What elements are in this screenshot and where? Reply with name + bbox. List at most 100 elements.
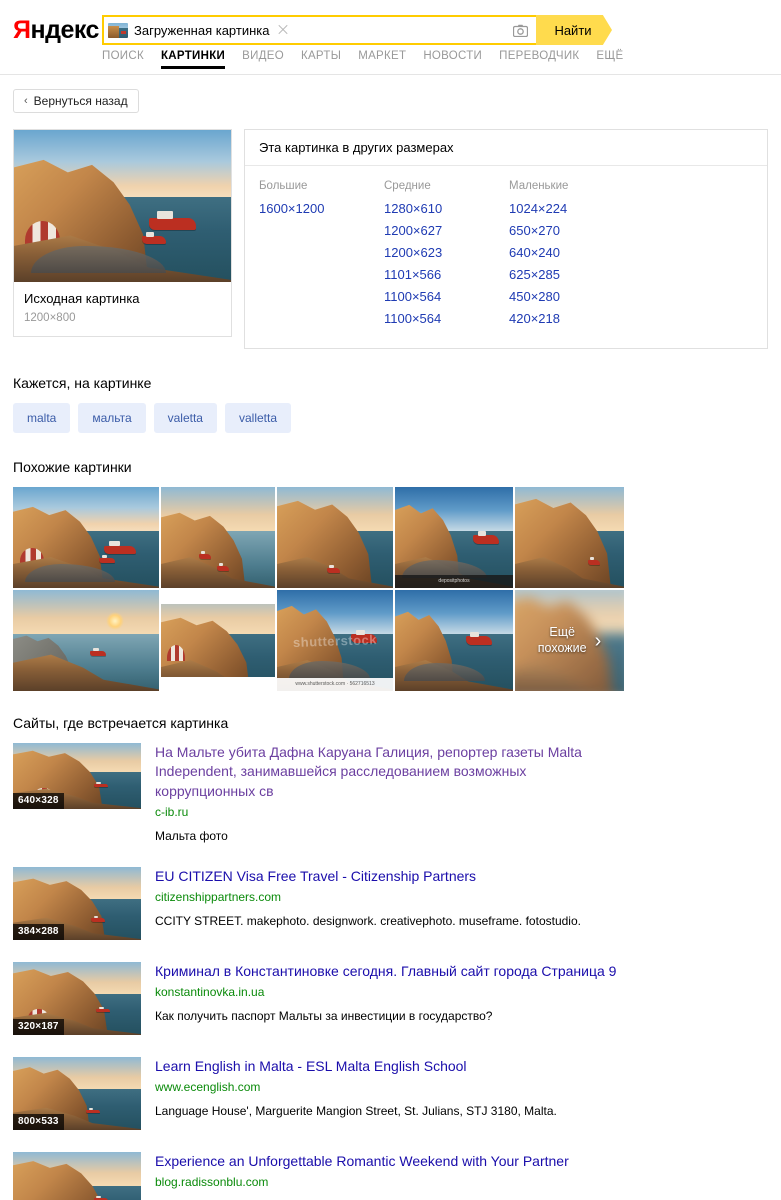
- nav-item-novosti[interactable]: Новости: [423, 50, 482, 69]
- search-submit-button[interactable]: Найти: [536, 15, 612, 45]
- close-icon[interactable]: [275, 22, 291, 38]
- camera-icon[interactable]: [506, 17, 534, 43]
- result-url: blog.radissonblu.com: [155, 1175, 269, 1190]
- result-title-link[interactable]: EU CITIZEN Visa Free Travel - Citizenshi…: [155, 867, 625, 886]
- result-snippet: Мальта фото: [155, 828, 228, 843]
- search-bar: Загруженная картинка Найти: [102, 15, 612, 45]
- similar-image-tile[interactable]: [515, 487, 624, 588]
- search-field[interactable]: Загруженная картинка: [102, 15, 536, 45]
- uploaded-image-label: Загруженная картинка: [134, 22, 270, 38]
- page-content: ‹ Вернуться назад Исходная картинка 1200…: [0, 75, 781, 1200]
- source-image[interactable]: [14, 130, 231, 282]
- nav-item-eshe[interactable]: Ещё: [596, 50, 623, 69]
- tag-item[interactable]: мальта: [78, 403, 146, 433]
- result-snippet: Как получить паспорт Мальты за инвестици…: [155, 1009, 493, 1024]
- size-link[interactable]: 1100×564: [384, 286, 509, 308]
- size-link[interactable]: 420×218: [509, 308, 634, 330]
- similar-image-tile[interactable]: [161, 487, 275, 588]
- nav-item-market[interactable]: Маркет: [358, 50, 406, 69]
- size-link[interactable]: 1280×610: [384, 198, 509, 220]
- result-body: Криминал в Константиновке сегодня. Главн…: [155, 962, 768, 1026]
- watermark-text: www.shutterstock.com · 562716513: [295, 681, 375, 688]
- sites-heading: Сайты, где встречается картинка: [13, 715, 229, 731]
- sizes-column-label-large: Большие: [259, 180, 308, 192]
- result-url: konstantinovka.in.ua: [155, 985, 265, 1000]
- nav-item-video[interactable]: Видео: [242, 50, 284, 69]
- site-result-row: 384×288 EU CITIZEN Visa Free Travel - Ci…: [13, 867, 768, 941]
- result-body: EU CITIZEN Visa Free Travel - Citizenshi…: [155, 867, 768, 931]
- similar-image-tile[interactable]: shutterstock www.shutterstock.com · 5627…: [277, 590, 393, 691]
- sizes-column-large: Большие 1600×1200: [259, 180, 384, 330]
- result-thumbnail[interactable]: 640×328: [13, 743, 141, 809]
- tag-item[interactable]: malta: [13, 403, 71, 433]
- similar-image-tile[interactable]: [13, 590, 159, 691]
- result-thumbnail-badge: 640×328: [13, 793, 64, 809]
- size-link[interactable]: 650×270: [509, 220, 634, 242]
- similar-images-grid: depositphotos shutterstock www.shutterst…: [13, 487, 768, 691]
- more-similar-tile[interactable]: Ещё похожие ›: [515, 590, 624, 691]
- size-link[interactable]: 625×285: [509, 264, 634, 286]
- similar-image-tile[interactable]: depositphotos: [395, 487, 513, 588]
- size-link[interactable]: 1600×1200: [259, 198, 384, 220]
- similar-images-heading: Похожие картинки: [13, 459, 132, 475]
- watermark-text: depositphotos: [438, 578, 470, 585]
- service-nav: Поиск Картинки Видео Карты Маркет Новост…: [102, 50, 623, 69]
- result-body: На Мальте убита Дафна Каруана Галиция, р…: [155, 743, 768, 845]
- result-url: citizenshippartners.com: [155, 890, 282, 905]
- uploaded-image-chip: Загруженная картинка: [104, 17, 293, 43]
- more-similar-line1: Ещё: [549, 624, 575, 639]
- other-sizes-heading: Эта картинка в других размерах: [245, 130, 767, 166]
- search-input[interactable]: [293, 18, 506, 42]
- similar-images-row: depositphotos: [13, 487, 768, 588]
- result-thumbnail[interactable]: 1000×667: [13, 1152, 141, 1200]
- other-sizes-card: Эта картинка в других размерах Большие 1…: [244, 129, 768, 349]
- size-link[interactable]: 450×280: [509, 286, 634, 308]
- result-title-link[interactable]: На Мальте убита Дафна Каруана Галиция, р…: [155, 743, 625, 801]
- result-thumbnail-badge: 800×533: [13, 1114, 64, 1131]
- chevron-right-icon: ›: [594, 629, 602, 652]
- uploaded-image-thumbnail-icon: [108, 22, 128, 38]
- logo-rest: ндекс: [30, 16, 99, 44]
- size-link[interactable]: 1200×627: [384, 220, 509, 242]
- result-thumbnail[interactable]: 320×187: [13, 962, 141, 1036]
- similar-image-tile[interactable]: [161, 590, 275, 691]
- result-title-link[interactable]: Криминал в Константиновке сегодня. Главн…: [155, 962, 625, 981]
- yandex-logo[interactable]: Яндекс: [13, 18, 99, 43]
- chevron-left-icon: ‹: [24, 95, 28, 107]
- sites-results-list: 640×328 На Мальте убита Дафна Каруана Га…: [13, 743, 768, 1200]
- similar-image-tile[interactable]: [395, 590, 513, 691]
- source-image-card[interactable]: Исходная картинка 1200×800: [13, 129, 232, 337]
- size-link[interactable]: 1100×564: [384, 308, 509, 330]
- tag-item[interactable]: valetta: [153, 403, 217, 433]
- size-link[interactable]: 1101×566: [384, 264, 509, 286]
- tag-item[interactable]: valletta: [224, 403, 292, 433]
- result-body: Experience an Unforgettable Romantic Wee…: [155, 1152, 768, 1200]
- result-thumbnail-badge: 384×288: [13, 924, 64, 941]
- back-button[interactable]: ‹ Вернуться назад: [13, 89, 139, 113]
- nav-item-poisk[interactable]: Поиск: [102, 50, 144, 69]
- result-snippet: CCITY STREET. makephoto. designwork. cre…: [155, 914, 581, 929]
- site-result-row: 800×533 Learn English in Malta - ESL Mal…: [13, 1057, 768, 1131]
- nav-item-kartinki[interactable]: Картинки: [160, 50, 226, 69]
- size-link[interactable]: 1200×623: [384, 242, 509, 264]
- similar-image-tile[interactable]: [13, 487, 159, 588]
- site-result-row: 1000×667 Experience an Unforgettable Rom…: [13, 1152, 768, 1200]
- logo-first-letter: Я: [13, 16, 31, 44]
- size-link[interactable]: 640×240: [509, 242, 634, 264]
- nav-item-perevodchik[interactable]: Переводчик: [499, 50, 579, 69]
- nav-item-karty[interactable]: Карты: [301, 50, 341, 69]
- result-title-link[interactable]: Learn English in Malta - ESL Malta Engli…: [155, 1057, 625, 1076]
- result-thumbnail[interactable]: 800×533: [13, 1057, 141, 1131]
- result-thumbnail[interactable]: 384×288: [13, 867, 141, 941]
- result-snippet: Language House', Marguerite Mangion Stre…: [155, 1104, 557, 1119]
- source-image-caption: Исходная картинка 1200×800: [14, 282, 231, 336]
- size-link[interactable]: 1024×224: [509, 198, 634, 220]
- site-result-row: 320×187 Криминал в Константиновке сегодн…: [13, 962, 768, 1036]
- result-title-link[interactable]: Experience an Unforgettable Romantic Wee…: [155, 1152, 625, 1171]
- similar-image-tile[interactable]: [277, 487, 393, 588]
- result-url: c-ib.ru: [155, 804, 189, 819]
- more-similar-label: Ещё похожие: [538, 625, 587, 656]
- page-header: Яндекс Загруженная картинка Найти ПОИСК …: [0, 0, 781, 75]
- watermark-bar: www.shutterstock.com · 562716513: [277, 677, 393, 691]
- other-sizes-columns: Большие 1600×1200 Средние 1280×610 1200×…: [245, 166, 767, 348]
